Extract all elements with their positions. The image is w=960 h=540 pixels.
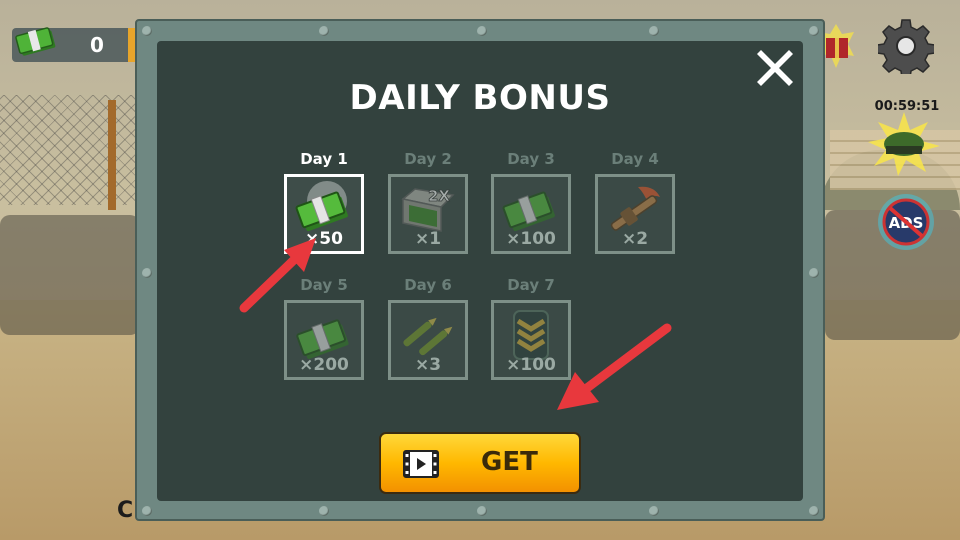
pointer-arrow-icon: [557, 323, 672, 410]
day-label: Day 2: [404, 150, 452, 168]
rivet: [142, 506, 152, 516]
background-tank-left: [0, 215, 140, 335]
partial-label: C: [117, 498, 134, 523]
rivet: [649, 26, 659, 36]
video-film-icon: [403, 450, 439, 478]
dialog-title: DAILY BONUS: [349, 78, 611, 118]
rivet: [809, 26, 819, 36]
day-label: Day 6: [404, 276, 452, 294]
rivet: [649, 506, 659, 516]
reward-quantity: ×200: [299, 355, 349, 375]
soldier-helmet-icon[interactable]: [868, 112, 940, 176]
day-label: Day 1: [300, 150, 348, 168]
settings-gear-icon[interactable]: [878, 18, 934, 74]
reward-slot[interactable]: ×100: [491, 174, 571, 254]
reward-quantity: ×3: [414, 355, 442, 375]
money-value: 0: [90, 33, 104, 57]
rivet: [477, 506, 487, 516]
reward-quantity: ×100: [506, 229, 556, 249]
pointer-arrow-icon: [239, 238, 316, 313]
reward-slot[interactable]: ×3: [388, 300, 468, 380]
get-button-label: GET: [481, 447, 538, 477]
money-counter: 0: [12, 27, 137, 62]
rivet: [477, 26, 487, 36]
rivet: [319, 506, 329, 516]
cash-icon: [15, 27, 56, 56]
day-label: Day 3: [507, 150, 555, 168]
background-pole: [108, 100, 116, 210]
rivet: [809, 506, 819, 516]
day-label: Day 4: [611, 150, 659, 168]
reward-quantity: ×2: [621, 229, 649, 249]
rivet: [142, 26, 152, 36]
rivet: [142, 268, 152, 278]
no-ads-icon[interactable]: ADS: [872, 192, 940, 252]
rivet: [809, 268, 819, 278]
day-label: Day 7: [507, 276, 555, 294]
reward-slot[interactable]: ×2: [595, 174, 675, 254]
reward-slot[interactable]: 2X ×1: [388, 174, 468, 254]
get-button[interactable]: GET: [379, 432, 581, 494]
reward-quantity: ×1: [414, 229, 442, 249]
rivet: [319, 26, 329, 36]
double-badge: 2X: [428, 187, 450, 205]
